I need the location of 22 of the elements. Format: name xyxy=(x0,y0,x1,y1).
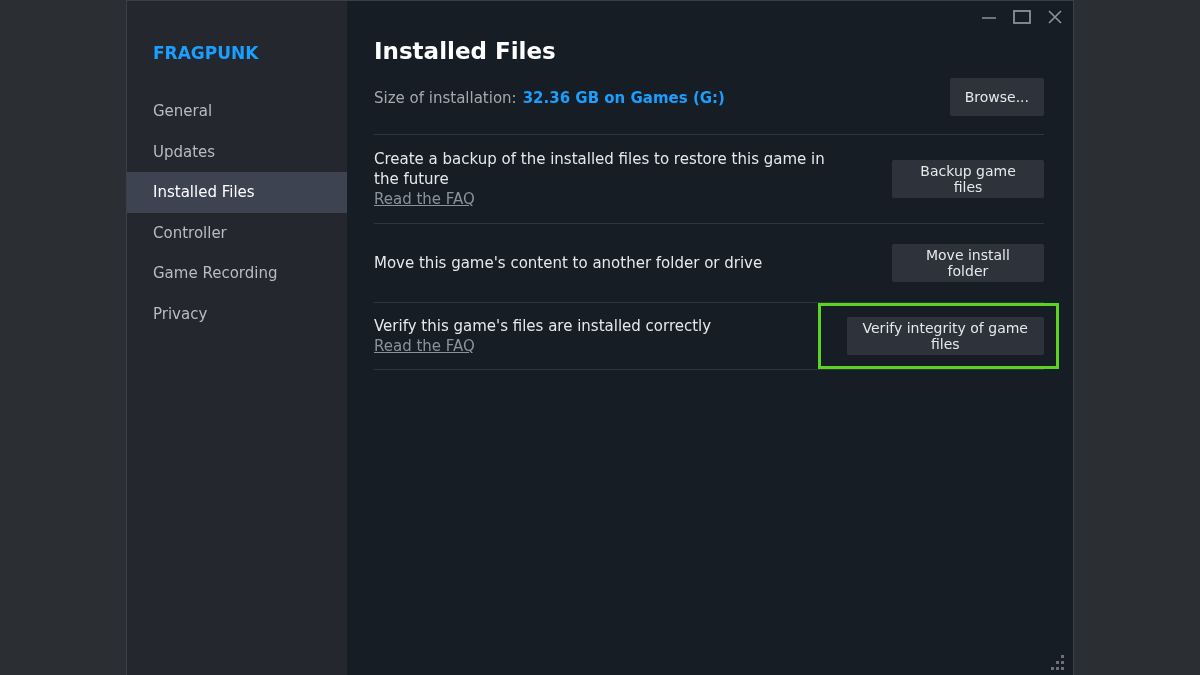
faq-link[interactable]: Read the FAQ xyxy=(374,336,475,356)
resize-grip-icon[interactable] xyxy=(1049,655,1065,671)
size-label: Size of installation: xyxy=(374,88,517,107)
page-title: Installed Files xyxy=(374,38,557,64)
row-description: Verify this game's files are installed correctly xyxy=(374,316,713,336)
browse-button[interactable]: Browse... xyxy=(949,78,1044,116)
sidebar-item[interactable]: General xyxy=(127,91,347,132)
faq-link[interactable]: Read the FAQ xyxy=(374,189,475,209)
sidebar-item[interactable]: Privacy xyxy=(127,293,347,335)
maximize-icon[interactable] xyxy=(1013,9,1031,25)
action-button[interactable]: Move install folder xyxy=(891,244,1044,282)
game-title: FRAGPUNK xyxy=(152,43,260,63)
sidebar-item[interactable]: Updates xyxy=(127,131,347,173)
sidebar-item[interactable]: Controller xyxy=(127,212,347,254)
sidebar-item[interactable]: Game Recording xyxy=(127,253,347,294)
action-button[interactable]: Backup game files xyxy=(892,160,1044,198)
action-button[interactable]: Verify integrity of game files xyxy=(846,317,1044,355)
row-description: Move this game's content to another folder or drive xyxy=(374,253,764,273)
sidebar-item[interactable]: Installed Files xyxy=(127,172,347,213)
close-icon[interactable] xyxy=(1047,9,1063,25)
row-description: Create a backup of the installed files to restore this game in the future xyxy=(374,149,826,189)
size-value: 32.36 GB on Games (G:) xyxy=(522,88,725,107)
